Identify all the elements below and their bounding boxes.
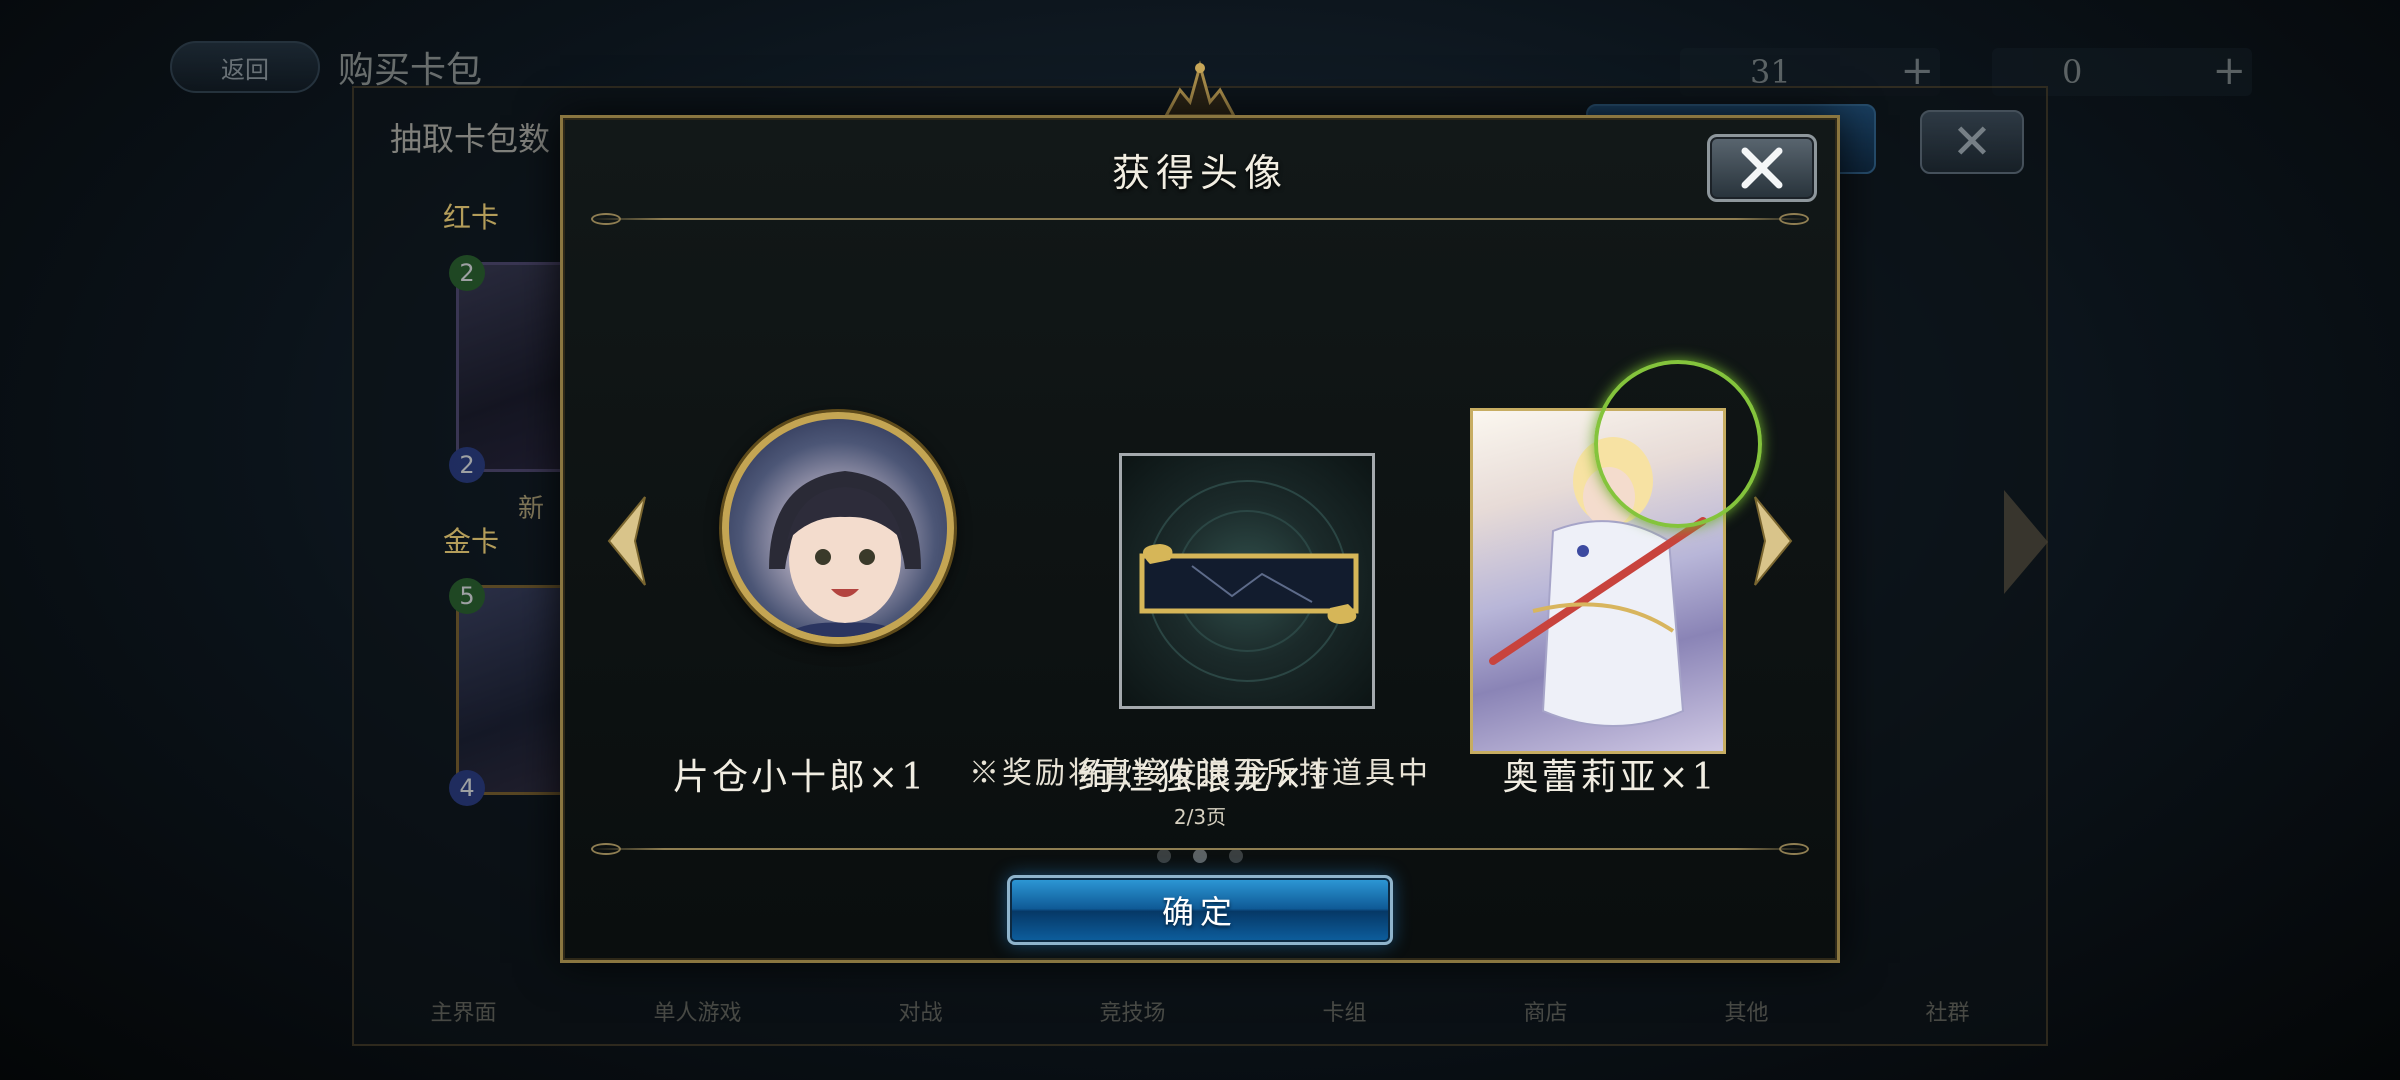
crown-ornament-icon [1163,60,1237,118]
nav-item-social[interactable]: 社群 [1925,995,1969,1027]
nav-item-deck[interactable]: 卡组 [1322,995,1366,1027]
nameplate-frame-image [1119,453,1375,709]
pack-count-title: 抽取卡包数 [390,120,551,158]
pagination-dots [563,849,1837,863]
nav-item-home[interactable]: 主界面 [430,995,496,1027]
nav-item-battle[interactable]: 对战 [898,995,942,1027]
add-crystal-button[interactable]: + [2212,48,2246,94]
page-indicator: 2/3页 [1173,805,1227,829]
cost-gem: 5 [449,578,485,614]
back-button[interactable]: 返回 [170,41,320,93]
new-label: 新 [518,494,545,524]
page-dot-active[interactable] [1193,849,1207,863]
crystal-value: 0 [2062,53,2083,91]
panel-close-button[interactable]: ✕ [1920,110,2024,174]
nav-item-shop[interactable]: 商店 [1523,995,1567,1027]
highlight-ring [1594,360,1762,528]
reward-dialog: 获得头像 片仓小十郎×1 绚烂独眼龙×1 奥蕾莉亚×1 ※奖励将直接发送至所持道… [560,115,1840,963]
title-divider [591,213,1809,225]
attack-gem: 4 [449,770,485,806]
close-button[interactable] [1707,134,1817,202]
section-red-label: 红卡 [443,201,500,234]
nav-item-other[interactable]: 其他 [1724,995,1768,1027]
dialog-title: 获得头像 [1111,151,1288,195]
ornate-nameplate-icon [1139,480,1359,682]
reward-note: ※奖励将直接发送至所持道具中 [969,756,1431,791]
confirm-button[interactable]: 确定 [1007,875,1393,945]
page-dot[interactable] [1229,849,1243,863]
cost-gem: 2 [449,255,485,291]
background-next-arrow[interactable] [2004,490,2048,594]
footer-divider [591,843,1809,855]
attack-gem: 2 [449,447,485,483]
section-gold-label: 金卡 [443,525,500,558]
page-dot[interactable] [1157,849,1171,863]
character-portrait-icon [769,471,921,637]
nav-item-arena[interactable]: 竞技场 [1099,995,1165,1027]
character-avatar-image [722,412,954,644]
bottom-nav: 主界面 单人游戏 对战 竞技场 卡组 商店 其他 社群 [352,985,2048,1037]
close-icon [1741,147,1783,189]
nav-item-solo[interactable]: 单人游戏 [653,995,741,1027]
